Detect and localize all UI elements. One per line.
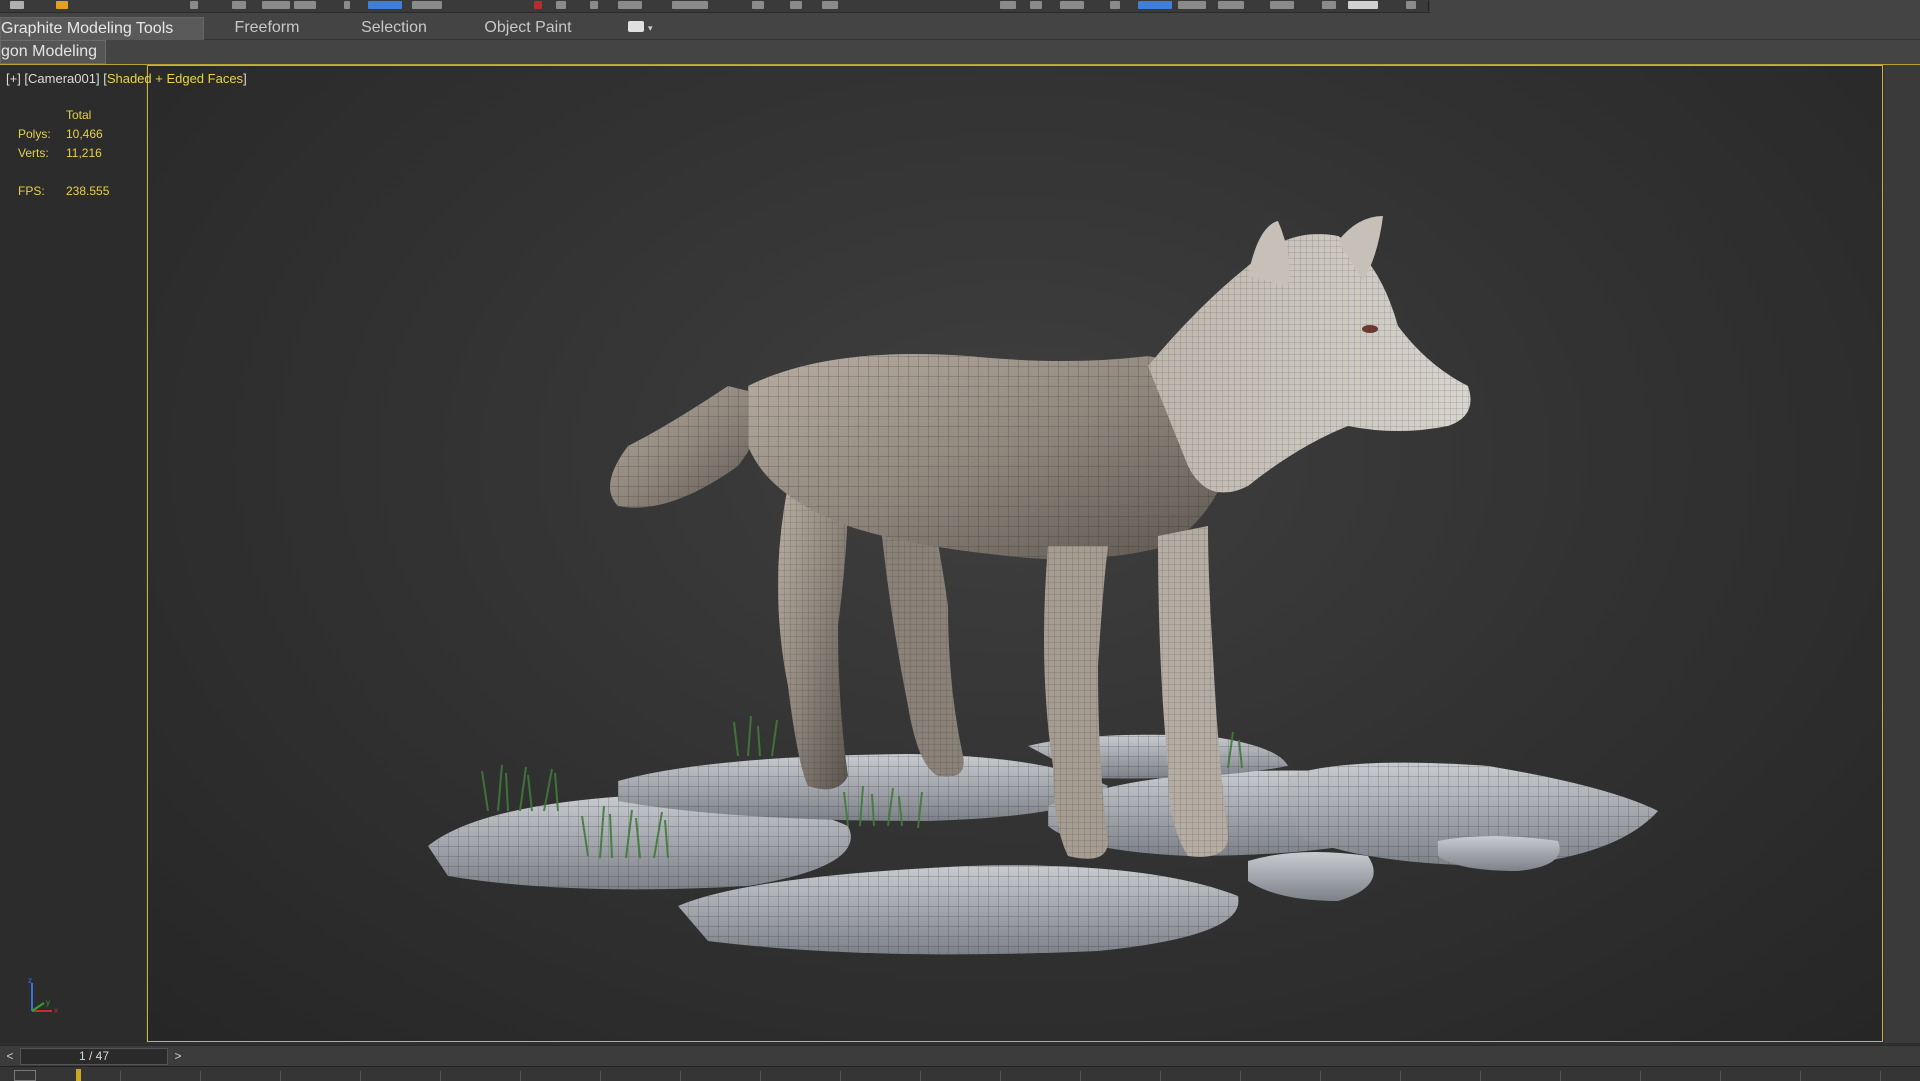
prev-frame-button[interactable]: < xyxy=(2,1048,18,1064)
selection-filter-dropdown[interactable] xyxy=(294,1,316,9)
mirror-icon[interactable] xyxy=(1178,1,1206,9)
spinner-snap-icon[interactable] xyxy=(1110,1,1120,9)
time-slider[interactable]: < 1 / 47 > xyxy=(0,1045,1920,1066)
tab-freeform[interactable]: Freeform xyxy=(222,17,312,39)
undo-icon[interactable] xyxy=(10,1,24,9)
shading-mode-label[interactable]: Shaded + Edged Faces xyxy=(107,71,243,86)
select-move-icon[interactable] xyxy=(556,1,566,9)
percent-snap-icon[interactable] xyxy=(1060,1,1084,9)
select-scale-icon[interactable] xyxy=(618,1,642,9)
axis-y-label: y xyxy=(46,998,50,1007)
align-icon[interactable] xyxy=(1218,1,1244,9)
window-crossing-icon[interactable] xyxy=(534,1,542,9)
track-bar[interactable] xyxy=(0,1066,1920,1081)
track-bar-toggle-icon[interactable] xyxy=(14,1070,36,1081)
toolbar-separator xyxy=(1428,1,1429,11)
select-by-name-icon[interactable] xyxy=(368,1,402,9)
viewport-label-end: ] xyxy=(243,71,247,86)
ribbon-options-icon[interactable] xyxy=(628,21,644,32)
select-object-icon[interactable] xyxy=(344,1,350,9)
axis-x-label: x xyxy=(54,1006,58,1015)
unlink-icon[interactable] xyxy=(232,1,246,9)
command-panel-edge[interactable] xyxy=(1884,65,1920,1043)
tab-object-paint[interactable]: Object Paint xyxy=(472,17,584,39)
main-toolbar xyxy=(0,0,1430,13)
axis-gizmo: z x y xyxy=(28,976,58,1015)
polys-value: 10,466 xyxy=(66,127,103,141)
angle-snap-icon[interactable] xyxy=(1030,1,1042,9)
next-frame-button[interactable]: > xyxy=(170,1048,186,1064)
tab-graphite-modeling-tools[interactable]: Graphite Modeling Tools xyxy=(0,17,204,40)
select-manipulate-icon[interactable] xyxy=(790,1,802,9)
named-selection-sets-dropdown[interactable] xyxy=(1138,1,1172,9)
axis-z-label: z xyxy=(28,976,32,985)
curve-editor-icon[interactable] xyxy=(1348,1,1378,9)
rectangular-selection-icon[interactable] xyxy=(412,1,442,9)
panel-polygon-modeling[interactable]: gon Modeling xyxy=(0,40,106,64)
select-link-icon[interactable] xyxy=(190,1,198,9)
viewport-label[interactable]: [+] [Camera001] [Shaded + Edged Faces] xyxy=(6,71,247,86)
select-rotate-icon[interactable] xyxy=(590,1,598,9)
schematic-view-icon[interactable] xyxy=(1406,1,1416,9)
verts-label: Verts: xyxy=(18,146,49,160)
scene-render xyxy=(428,216,1658,955)
viewport-menu-label[interactable]: [+] [Camera001] [ xyxy=(6,71,107,86)
polys-label: Polys: xyxy=(18,127,51,141)
layer-manager-icon[interactable] xyxy=(1270,1,1294,9)
reference-coordinate-dropdown[interactable] xyxy=(672,1,708,9)
fps-label: FPS: xyxy=(18,184,45,198)
stats-side-panel xyxy=(0,65,147,1043)
current-frame-marker[interactable] xyxy=(76,1069,81,1081)
fps-value: 238.555 xyxy=(66,184,110,198)
keyboard-shortcut-override-icon[interactable] xyxy=(822,1,838,9)
ribbon-toggle-icon[interactable] xyxy=(1322,1,1336,9)
camera-viewport[interactable] xyxy=(147,65,1883,1042)
snaps-toggle-icon[interactable] xyxy=(1000,1,1016,9)
rock-ground-mesh xyxy=(428,734,1658,955)
stats-header: Total xyxy=(66,108,92,122)
chevron-down-icon[interactable]: ▾ xyxy=(648,23,653,33)
frame-counter[interactable]: 1 / 47 xyxy=(20,1048,168,1065)
pivot-icon[interactable] xyxy=(752,1,764,9)
redo-icon[interactable] xyxy=(56,1,68,9)
bind-space-warp-icon[interactable] xyxy=(262,1,290,9)
tab-selection[interactable]: Selection xyxy=(344,17,444,39)
ribbon-panel: gon Modeling xyxy=(0,40,1920,65)
verts-value: 11,216 xyxy=(66,146,102,160)
ribbon-tab-bar: Graphite Modeling Tools Freeform Selecti… xyxy=(0,13,1920,40)
